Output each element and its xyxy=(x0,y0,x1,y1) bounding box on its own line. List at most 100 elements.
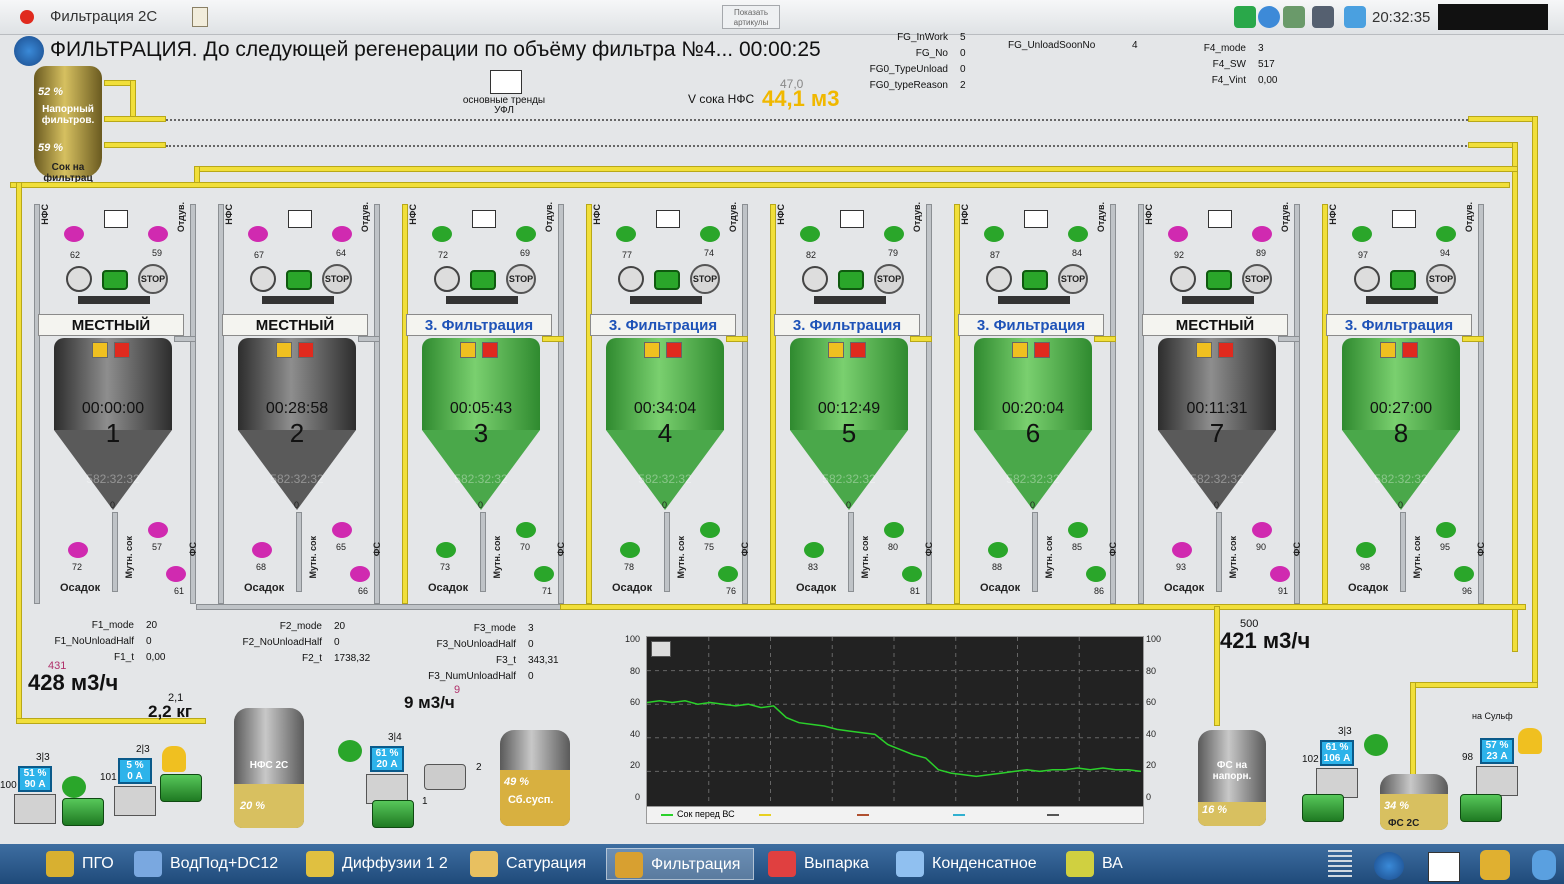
valve-nfs-icon[interactable] xyxy=(1168,226,1188,242)
mixer-valve-icon[interactable] xyxy=(618,266,644,292)
taskbar-item-0[interactable]: ПГО xyxy=(38,848,118,880)
valve-otduv-icon[interactable] xyxy=(1068,226,1088,242)
tank-susp[interactable]: 49 % Сб.сусп. xyxy=(500,730,570,826)
mixer-valve-icon[interactable] xyxy=(986,266,1012,292)
add-icon[interactable] xyxy=(1234,6,1256,28)
filter-trend-icon[interactable] xyxy=(656,210,680,228)
filter-status[interactable]: МЕСТНЫЙ xyxy=(1142,314,1288,336)
valve-fs-icon[interactable] xyxy=(902,566,922,582)
filter-status[interactable]: 3. Фильтрация xyxy=(958,314,1104,336)
pause-button[interactable] xyxy=(644,342,660,358)
taskbar-item-5[interactable]: Выпарка xyxy=(760,848,898,880)
valve-otduv-icon[interactable] xyxy=(148,226,168,242)
valve-sediment-icon[interactable] xyxy=(1356,542,1376,558)
pump-indicator-icon[interactable] xyxy=(1022,270,1048,290)
valve-fs-icon[interactable] xyxy=(534,566,554,582)
dosing-pump[interactable] xyxy=(424,764,466,790)
valve-nfs-icon[interactable] xyxy=(64,226,84,242)
filter-status[interactable]: МЕСТНЫЙ xyxy=(222,314,368,336)
valve-turbid-icon[interactable] xyxy=(884,522,904,538)
pump-indicator-icon[interactable] xyxy=(838,270,864,290)
mixer-valve-icon[interactable] xyxy=(66,266,92,292)
filter-status[interactable]: 3. Фильтрация xyxy=(1326,314,1472,336)
filter-trend-icon[interactable] xyxy=(472,210,496,228)
pressure-filter-tank[interactable]: 52 % Напорный фильтров. 59 % Сок на филь… xyxy=(34,66,102,184)
valve-otduv-icon[interactable] xyxy=(884,226,904,242)
taskbar-item-7[interactable]: ВА xyxy=(1058,848,1128,880)
mixer-valve-icon[interactable] xyxy=(434,266,460,292)
pause-button[interactable] xyxy=(276,342,292,358)
valve-otduv-icon[interactable] xyxy=(1436,226,1456,242)
pause-button[interactable] xyxy=(92,342,108,358)
trend-chart[interactable] xyxy=(646,636,1144,808)
pause-button[interactable] xyxy=(1380,342,1396,358)
valve-sediment-icon[interactable] xyxy=(436,542,456,558)
pump-indicator-icon[interactable] xyxy=(654,270,680,290)
valve-sediment-icon[interactable] xyxy=(620,542,640,558)
tank-fs-press[interactable]: ФС на напорн. 16 % xyxy=(1198,730,1266,826)
menu-lines-icon[interactable] xyxy=(1328,850,1352,880)
hand-icon[interactable] xyxy=(1532,850,1556,880)
filter-status[interactable]: 3. Фильтрация xyxy=(774,314,920,336)
stop-button[interactable]: STOP xyxy=(138,264,168,294)
pump-motor[interactable] xyxy=(1302,794,1344,822)
taskbar-item-6[interactable]: Конденсатное xyxy=(888,848,1048,880)
valve-sediment-icon[interactable] xyxy=(804,542,824,558)
stop-button[interactable]: STOP xyxy=(1426,264,1456,294)
settings-gear-icon[interactable] xyxy=(14,36,44,66)
filter-trend-icon[interactable] xyxy=(840,210,864,228)
valve-sediment-icon[interactable] xyxy=(988,542,1008,558)
telegram-icon[interactable] xyxy=(1344,6,1366,28)
stop-square-button[interactable] xyxy=(1402,342,1418,358)
operator-icon[interactable] xyxy=(1312,6,1334,28)
trend-options-icon[interactable] xyxy=(651,641,671,657)
pump-amps-display[interactable]: 5 % 0 А xyxy=(118,758,152,784)
pause-button[interactable] xyxy=(1012,342,1028,358)
stop-square-button[interactable] xyxy=(298,342,314,358)
filter-trend-icon[interactable] xyxy=(1024,210,1048,228)
filter-trend-icon[interactable] xyxy=(288,210,312,228)
pause-button[interactable] xyxy=(460,342,476,358)
trends-chart-icon[interactable] xyxy=(490,70,522,94)
pump-indicator-icon[interactable] xyxy=(470,270,496,290)
pump-indicator-icon[interactable] xyxy=(1206,270,1232,290)
valve-fs-icon[interactable] xyxy=(1270,566,1290,582)
valve-turbid-icon[interactable] xyxy=(148,522,168,538)
filter-status[interactable]: МЕСТНЫЙ xyxy=(38,314,184,336)
valve-nfs-icon[interactable] xyxy=(248,226,268,242)
valve-nfs-icon[interactable] xyxy=(984,226,1004,242)
valve-nfs-icon[interactable] xyxy=(432,226,452,242)
mixer-valve-icon[interactable] xyxy=(250,266,276,292)
valve-fs-icon[interactable] xyxy=(718,566,738,582)
pump-motor[interactable] xyxy=(372,800,414,828)
rotation-icon[interactable] xyxy=(1364,734,1388,756)
filter-trend-icon[interactable] xyxy=(1208,210,1232,228)
valve-sediment-icon[interactable] xyxy=(252,542,272,558)
engineer-icon[interactable] xyxy=(1480,850,1510,880)
valve-sediment-icon[interactable] xyxy=(68,542,88,558)
valve-fs-icon[interactable] xyxy=(166,566,186,582)
valve-turbid-icon[interactable] xyxy=(1068,522,1088,538)
pump-amps-display[interactable]: 61 % 106 А xyxy=(1320,740,1354,766)
settings-gear-icon[interactable] xyxy=(1374,852,1404,880)
document-icon[interactable] xyxy=(192,7,208,27)
valve-fs-icon[interactable] xyxy=(1454,566,1474,582)
valve-turbid-icon[interactable] xyxy=(1436,522,1456,538)
rotation-icon[interactable] xyxy=(338,740,362,762)
pump-indicator-icon[interactable] xyxy=(1390,270,1416,290)
mixer-valve-icon[interactable] xyxy=(1170,266,1196,292)
valve-otduv-icon[interactable] xyxy=(516,226,536,242)
pump-motor[interactable] xyxy=(160,774,202,802)
valve-sediment-icon[interactable] xyxy=(1172,542,1192,558)
pump-motor[interactable] xyxy=(62,798,104,826)
valve-nfs-icon[interactable] xyxy=(616,226,636,242)
taskbar-item-1[interactable]: ВодПод+DC12 xyxy=(126,848,292,880)
mixer-valve-icon[interactable] xyxy=(802,266,828,292)
network-icon[interactable] xyxy=(1283,6,1305,28)
stop-square-button[interactable] xyxy=(114,342,130,358)
pause-button[interactable] xyxy=(828,342,844,358)
valve-turbid-icon[interactable] xyxy=(332,522,352,538)
stop-square-button[interactable] xyxy=(1034,342,1050,358)
hand-manual-icon[interactable] xyxy=(1518,728,1542,754)
stop-square-button[interactable] xyxy=(1218,342,1234,358)
